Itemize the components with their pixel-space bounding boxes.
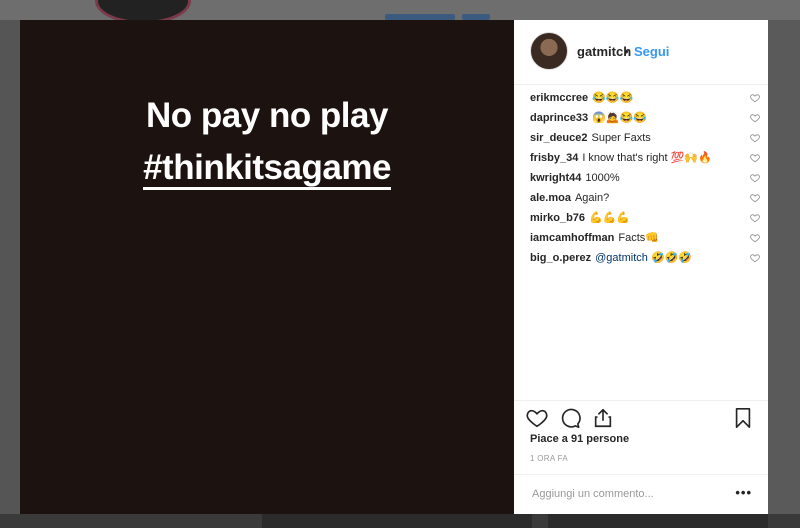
add-comment-input[interactable] [530,487,724,501]
comment-username[interactable]: daprince33 [530,112,588,124]
comment-item: iamcamhoffman Facts👊 [514,228,768,248]
heart-icon[interactable] [750,93,760,103]
comment-username[interactable]: mirko_b76 [530,212,585,224]
user-avatar[interactable] [530,32,568,70]
more-options-button[interactable]: ••• [735,485,752,500]
comment-item: ale.moa Again? [514,188,768,208]
comment-icon[interactable] [559,407,581,429]
comment-username[interactable]: ale.moa [530,192,571,204]
post-media[interactable]: No pay no play #thinkitsagame [20,20,514,514]
comment-text: 😂😂😂 [592,92,634,104]
separator-dot: • [624,44,629,59]
comment-username[interactable]: iamcamhoffman [530,232,614,244]
story-hashtag-text: #thinkitsagame [143,148,391,190]
comments-list: erikmccree 😂😂😂 daprince33 😱🙇😂😂 sir_deuce2 S… [514,88,768,268]
comment-text: I know that's right 💯🙌🔥 [582,152,712,164]
background-left-strip [0,20,20,528]
comment-mention[interactable]: @gatmitch [595,252,648,264]
background-thumbnail [548,514,768,528]
bookmark-icon[interactable] [732,407,754,429]
comment-text: Super Faxts [591,132,651,144]
comment-username[interactable]: frisby_34 [530,152,578,164]
likes-count[interactable]: Piace a 91 persone [530,433,629,445]
comment-item: frisby_34 I know that's right 💯🙌🔥 [514,148,768,168]
comment-item: kwright44 1000% [514,168,768,188]
comment-item: daprince33 😱🙇😂😂 [514,108,768,128]
background-thumbnail [262,514,532,528]
comment-text: 1000% [585,172,620,184]
comment-username[interactable]: erikmccree [530,92,588,104]
post-modal: No pay no play #thinkitsagame gatmitch •… [20,20,768,514]
comment-text: Facts👊 [618,232,659,244]
story-text-line1: No pay no play [146,96,388,135]
comment-text: 😱🙇😂😂 [592,112,647,124]
comment-text: 🤣🤣🤣 [650,252,693,264]
background-right-strip [768,20,800,528]
share-icon[interactable] [592,407,614,429]
heart-icon[interactable] [750,113,760,123]
post-header: gatmitch • Segui [514,20,768,85]
comment-text: 💪💪💪 [589,212,631,224]
story-hashtag: #thinkitsagame [20,148,514,190]
comment-item: sir_deuce2 Super Faxts [514,128,768,148]
heart-icon[interactable] [750,233,760,243]
comment-username[interactable]: big_o.perez [530,252,591,264]
comment-text: Again? [574,192,610,204]
follow-button[interactable]: Segui [634,44,669,59]
heart-icon[interactable] [750,133,760,143]
heart-icon[interactable] [526,407,548,429]
add-comment-bar: ••• [514,474,768,515]
heart-icon[interactable] [750,253,760,263]
comment-item: erikmccree 😂😂😂 [514,88,768,108]
heart-icon[interactable] [750,213,760,223]
post-actions [514,400,768,433]
heart-icon[interactable] [750,173,760,183]
comment-username[interactable]: sir_deuce2 [530,132,587,144]
heart-icon[interactable] [750,153,760,163]
post-side-panel: gatmitch • Segui erikmccree 😂😂😂 daprince3… [514,20,768,514]
comment-username[interactable]: kwright44 [530,172,581,184]
heart-icon[interactable] [750,193,760,203]
comment-item: big_o.perez @gatmitch 🤣🤣🤣 [514,248,768,268]
comment-item: mirko_b76 💪💪💪 [514,208,768,228]
post-timestamp: 1 ORA FA [530,454,568,463]
